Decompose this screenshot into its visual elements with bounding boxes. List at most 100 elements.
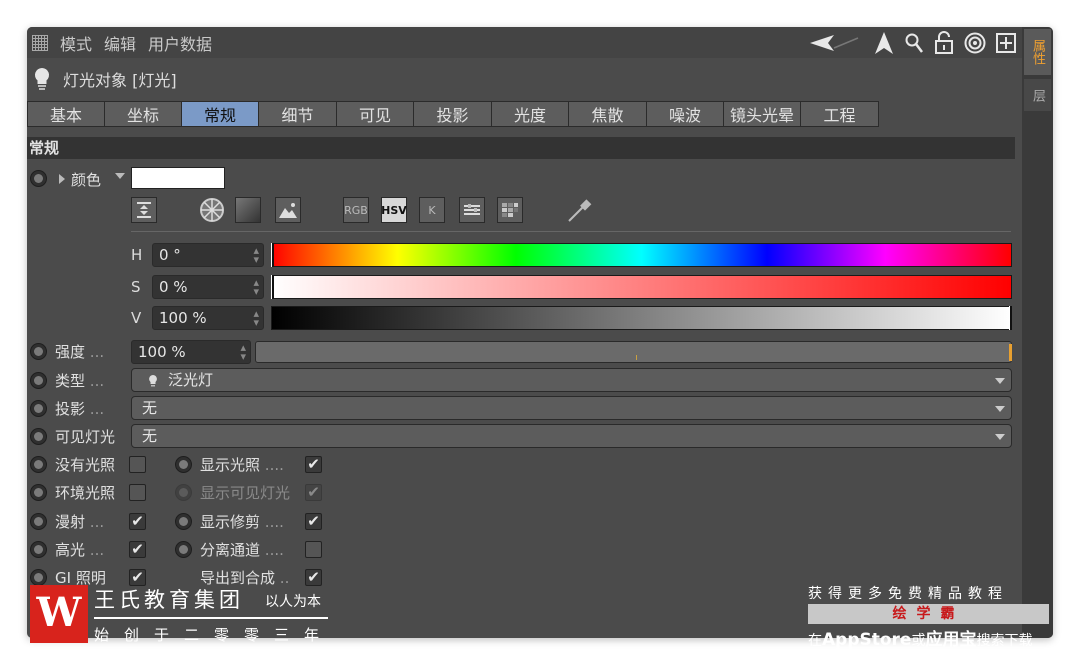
light-bulb-icon xyxy=(34,67,50,90)
spinner-icon[interactable]: ▴ ▾ xyxy=(253,245,259,265)
menu-edit[interactable]: 编辑 xyxy=(104,31,136,55)
dropdown-arrow-icon xyxy=(995,434,1005,440)
no-light-anim-radio[interactable] xyxy=(30,456,47,473)
saturation-value: 0 % xyxy=(159,278,188,296)
show-light-checkbox[interactable]: ✔ xyxy=(305,456,322,473)
gi-anim-radio[interactable] xyxy=(30,569,47,586)
lock-icon[interactable] xyxy=(934,31,954,55)
hue-marker[interactable] xyxy=(271,243,274,267)
rgb-mode-button[interactable]: RGB xyxy=(343,197,369,223)
hue-gradient-slider[interactable] xyxy=(271,243,1012,267)
brand-title: 王氏教育集团 xyxy=(94,588,244,612)
visible-light-dropdown[interactable]: 无 xyxy=(131,424,1012,448)
shadow-anim-radio[interactable] xyxy=(30,400,47,417)
show-light-anim-radio[interactable] xyxy=(175,456,192,473)
show-light-label: 显示光照 .... xyxy=(200,456,284,474)
target-icon[interactable] xyxy=(964,32,986,54)
promo-line-2: 在AppStore或应用宝搜索下载 xyxy=(808,630,1033,650)
ambient-checkbox[interactable] xyxy=(129,484,146,501)
visible-light-anim-radio[interactable] xyxy=(30,428,47,445)
tab-noise[interactable]: 噪波 xyxy=(647,101,724,127)
eyedropper-icon[interactable] xyxy=(565,197,593,225)
divider xyxy=(131,231,1011,232)
intensity-anim-radio[interactable] xyxy=(30,343,47,360)
intensity-value: 100 % xyxy=(138,343,186,361)
diffuse-checkbox[interactable]: ✔ xyxy=(129,513,146,530)
hsv-mode-button[interactable]: HSV xyxy=(381,197,407,223)
type-value: 泛光灯 xyxy=(168,371,214,389)
visible-light-value: 无 xyxy=(142,427,158,445)
tab-details[interactable]: 细节 xyxy=(259,101,337,127)
shadow-dropdown[interactable]: 无 xyxy=(131,396,1012,420)
tab-basic[interactable]: 基本 xyxy=(27,101,105,127)
spinner-icon[interactable]: ▴ ▾ xyxy=(253,277,259,297)
diffuse-anim-radio[interactable] xyxy=(30,513,47,530)
up-arrow-icon[interactable] xyxy=(874,31,894,55)
specular-checkbox[interactable]: ✔ xyxy=(129,541,146,558)
value-field[interactable]: 100 % ▴ ▾ xyxy=(152,306,264,330)
back-arrow-icon[interactable] xyxy=(808,32,864,54)
value-gradient-slider[interactable] xyxy=(271,306,1012,330)
color-picker-toggle-icon[interactable] xyxy=(131,197,157,223)
type-dropdown[interactable]: 泛光灯 xyxy=(131,368,1012,392)
tab-visible[interactable]: 可见 xyxy=(337,101,414,127)
dropdown-arrow-icon xyxy=(995,406,1005,412)
brand-subtitle: 以人为本 xyxy=(265,594,321,610)
search-icon[interactable] xyxy=(904,32,924,54)
brand-logo: W xyxy=(30,585,88,643)
hue-field[interactable]: 0 ° ▴ ▾ xyxy=(152,243,264,267)
separate-pass-anim-radio[interactable] xyxy=(175,541,192,558)
menu-user-data[interactable]: 用户数据 xyxy=(148,31,212,55)
show-clip-anim-radio[interactable] xyxy=(175,513,192,530)
tab-coord[interactable]: 坐标 xyxy=(105,101,182,127)
value-marker[interactable] xyxy=(1009,306,1012,330)
new-window-icon[interactable] xyxy=(996,33,1016,53)
rgb-mode-label: RGB xyxy=(344,203,368,217)
intensity-field[interactable]: 100 % ▴ ▾ xyxy=(131,340,251,364)
grip-icon[interactable] xyxy=(32,34,48,51)
tab-lens-flare[interactable]: 镜头光晕 xyxy=(724,101,801,127)
swatches-icon[interactable] xyxy=(497,197,523,223)
specular-anim-radio[interactable] xyxy=(30,541,47,558)
kelvin-mode-button[interactable]: K xyxy=(419,197,445,223)
color-wheel-icon[interactable] xyxy=(199,197,225,223)
color-menu-chevron-icon[interactable] xyxy=(115,173,125,179)
visible-light-label: 可见灯光 xyxy=(55,428,116,446)
show-visible-anim-radio[interactable] xyxy=(175,484,192,501)
tab-general[interactable]: 常规 xyxy=(182,101,259,127)
side-tab-layers[interactable]: 层 xyxy=(1024,79,1051,111)
side-tab-attributes[interactable]: 属性 xyxy=(1024,29,1051,75)
spectrum-icon[interactable] xyxy=(235,197,261,223)
dropdown-arrow-icon xyxy=(995,378,1005,384)
saturation-gradient-slider[interactable] xyxy=(271,275,1012,299)
export-comp-checkbox[interactable]: ✔ xyxy=(305,569,322,586)
separate-pass-checkbox[interactable] xyxy=(305,541,322,558)
ambient-anim-radio[interactable] xyxy=(30,484,47,501)
saturation-marker[interactable] xyxy=(271,275,274,299)
image-picker-icon[interactable] xyxy=(275,197,301,223)
intensity-slider[interactable] xyxy=(255,341,1012,363)
mixer-icon[interactable] xyxy=(459,197,485,223)
menu-mode[interactable]: 模式 xyxy=(60,31,92,55)
color-anim-radio[interactable] xyxy=(30,170,47,187)
tab-caustics[interactable]: 焦散 xyxy=(569,101,647,127)
spinner-icon[interactable]: ▴ ▾ xyxy=(253,308,259,328)
diffuse-label: 漫射 ... xyxy=(55,513,105,531)
show-visible-checkbox[interactable]: ✔ xyxy=(305,484,322,501)
hue-value: 0 ° xyxy=(159,246,181,264)
spinner-icon[interactable]: ▴ ▾ xyxy=(240,342,246,362)
type-anim-radio[interactable] xyxy=(30,372,47,389)
no-light-checkbox[interactable] xyxy=(129,456,146,473)
brand-divider xyxy=(94,617,328,619)
show-clip-checkbox[interactable]: ✔ xyxy=(305,513,322,530)
expand-triangle-icon[interactable] xyxy=(59,174,65,184)
color-swatch[interactable] xyxy=(131,167,225,189)
tab-project[interactable]: 工程 xyxy=(801,101,879,127)
color-label: 颜色 xyxy=(71,171,102,189)
slider-end-marker xyxy=(1009,344,1012,361)
tab-shadow[interactable]: 投影 xyxy=(414,101,492,127)
saturation-field[interactable]: 0 % ▴ ▾ xyxy=(152,275,264,299)
tab-photometric[interactable]: 光度 xyxy=(492,101,569,127)
specular-label: 高光 ... xyxy=(55,541,105,559)
section-header: 常规 xyxy=(27,137,1015,159)
